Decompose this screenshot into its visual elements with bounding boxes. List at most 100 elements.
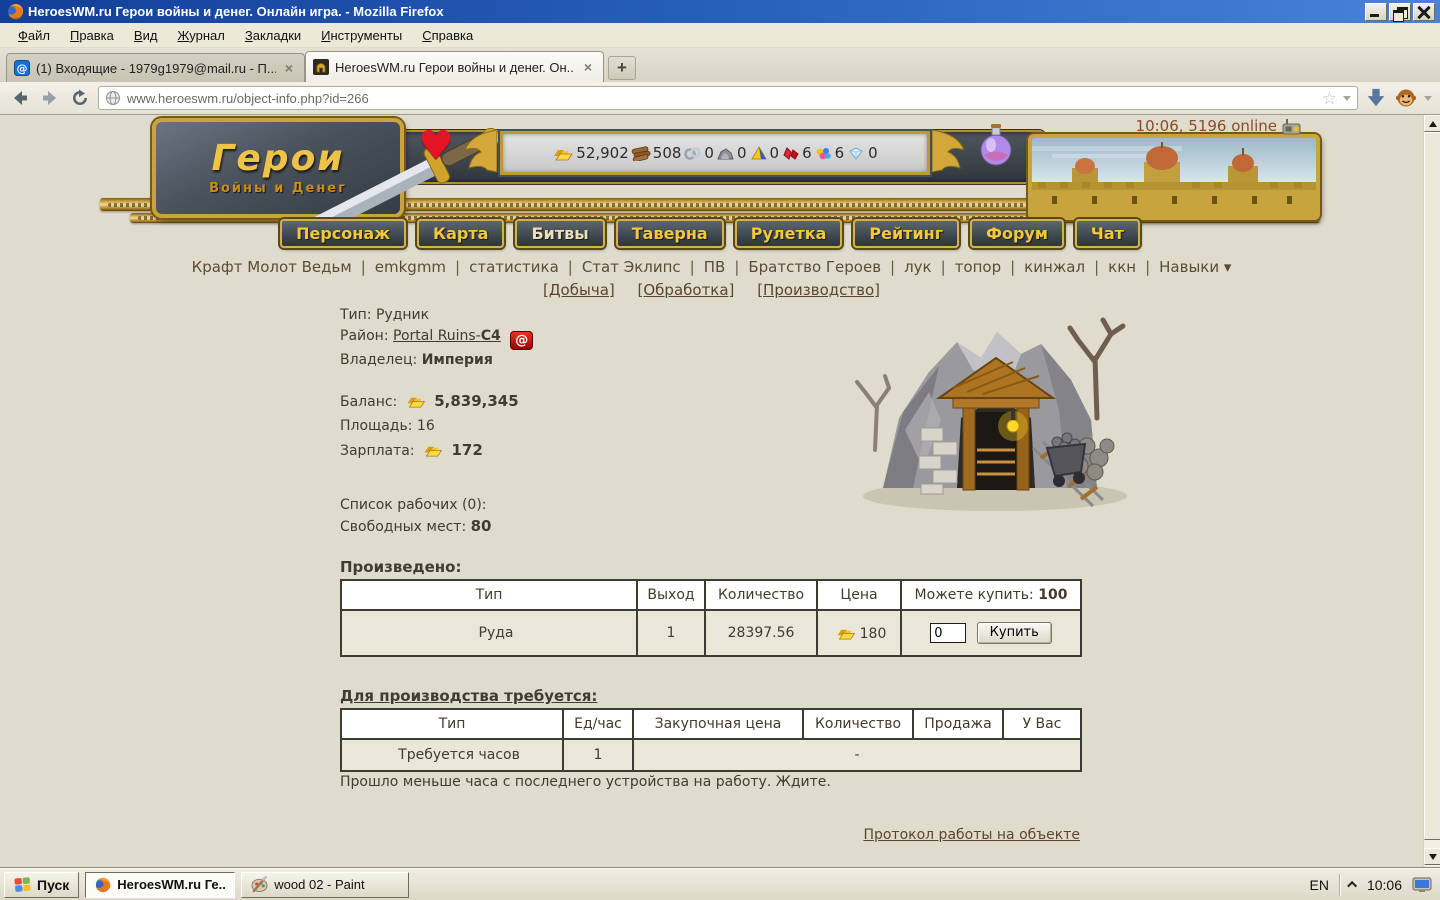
- district-link[interactable]: Portal Ruins-C4: [393, 328, 501, 344]
- resource-wood-value: 508: [652, 144, 682, 162]
- hide-icons-chevron[interactable]: [1347, 880, 1357, 891]
- menu-edit[interactable]: Правка: [60, 25, 124, 46]
- resource-mercury[interactable]: 0: [683, 144, 714, 162]
- download-button[interactable]: [1364, 86, 1388, 110]
- tab-heroeswm[interactable]: HeroesWM.ru Герои войны и денег. Он...: [305, 51, 604, 82]
- toolbar-overflow-icon[interactable]: [1424, 95, 1432, 101]
- reload-button[interactable]: [68, 86, 92, 110]
- tab-close-icon[interactable]: [282, 60, 296, 76]
- produced-header-row: Тип Выход Количество Цена Можете купить:…: [340, 579, 1082, 611]
- link-production[interactable]: [Производство]: [757, 281, 880, 299]
- tab-mail[interactable]: @ (1) Входящие - 1979g1979@mail.ru - П..…: [6, 53, 305, 82]
- bookmark-star-icon[interactable]: ☆: [1322, 90, 1337, 107]
- online-status-text: 10:06, 5196 online: [1135, 117, 1277, 135]
- link-mining[interactable]: [Добыча]: [543, 281, 615, 299]
- menu-history[interactable]: Журнал: [167, 25, 234, 46]
- nav-roulette-button[interactable]: Рулетка: [734, 219, 843, 249]
- protocol-link[interactable]: Протокол работы на объекте: [340, 827, 1080, 843]
- subnav-item[interactable]: Стат Эклипс: [559, 258, 681, 276]
- resource-mercury-value: 0: [704, 144, 714, 162]
- mailru-agent-icon[interactable]: @: [510, 331, 534, 350]
- resource-gold[interactable]: 52,902: [552, 144, 629, 162]
- subnav-item[interactable]: ккн: [1085, 258, 1136, 276]
- subnav-item[interactable]: кинжал: [1001, 258, 1085, 276]
- start-button[interactable]: Пуск: [4, 871, 80, 898]
- subnav-item[interactable]: emkgmm: [352, 258, 446, 276]
- language-indicator[interactable]: EN: [1310, 877, 1329, 893]
- subnav-item[interactable]: Крафт Молот Ведьм: [192, 258, 352, 276]
- task-firefox[interactable]: HeroesWM.ru Ге...: [85, 871, 236, 898]
- balance-line: Баланс: 5,839,345: [340, 389, 1080, 414]
- link-processing[interactable]: [Обработка]: [638, 281, 735, 299]
- window-title: HeroesWM.ru Герои войны и денег. Онлайн …: [28, 4, 444, 19]
- back-button[interactable]: [8, 86, 32, 110]
- resource-gems[interactable]: 6: [781, 144, 812, 162]
- svg-text:@: @: [17, 62, 28, 75]
- scroll-up-button[interactable]: [1424, 115, 1440, 132]
- nav-battles-button[interactable]: Битвы: [515, 219, 605, 249]
- url-bar[interactable]: www.heroeswm.ru/object-info.php?id=266 ☆: [98, 86, 1358, 110]
- free-slots-label: Свободных мест:: [340, 519, 467, 535]
- col-you-have: У Вас: [1002, 708, 1082, 740]
- game-logo[interactable]: Герои Войны и Денег: [152, 118, 404, 218]
- resource-wood[interactable]: 508: [631, 144, 682, 162]
- minimize-button[interactable]: [1365, 2, 1387, 21]
- subnav-item[interactable]: топор: [932, 258, 1001, 276]
- task-paint[interactable]: wood 02 - Paint: [241, 871, 410, 898]
- menu-view[interactable]: Вид: [124, 25, 168, 46]
- task-firefox-label: HeroesWM.ru Ге...: [117, 877, 226, 892]
- task-paint-label: wood 02 - Paint: [274, 877, 365, 892]
- mailru-icon: @: [14, 60, 30, 76]
- free-slots-value: 80: [470, 517, 492, 535]
- menu-help[interactable]: Справка: [412, 25, 483, 46]
- subnav-item[interactable]: лук: [881, 258, 932, 276]
- price-value: 180: [859, 625, 887, 642]
- menu-bookmarks[interactable]: Закладки: [235, 25, 311, 46]
- resource-sulfur[interactable]: 0: [749, 144, 780, 162]
- can-buy-value: 100: [1038, 587, 1068, 603]
- restore-button[interactable]: [1389, 2, 1411, 22]
- url-text[interactable]: www.heroeswm.ru/object-info.php?id=266: [127, 91, 1316, 106]
- nav-tavern-button[interactable]: Таверна: [615, 219, 724, 249]
- gold-icon: [407, 397, 425, 408]
- tab-close-icon[interactable]: [581, 59, 595, 75]
- resource-diamonds[interactable]: 0: [846, 144, 878, 162]
- object-owner-value: Империя: [421, 352, 493, 368]
- nav-chat-button[interactable]: Чат: [1074, 219, 1140, 249]
- url-dropdown-icon[interactable]: [1343, 95, 1351, 101]
- new-tab-button[interactable]: +: [608, 56, 636, 80]
- subnav-skills-dropdown[interactable]: Навыки ▾: [1136, 258, 1231, 276]
- close-button[interactable]: [1413, 2, 1435, 21]
- menu-tools[interactable]: Инструменты: [311, 25, 412, 46]
- monitor-tray-icon[interactable]: [1412, 877, 1432, 893]
- resource-crystals[interactable]: 6: [814, 144, 845, 162]
- resource-crystals-value: 6: [834, 144, 845, 162]
- page-content: Герои Войны и Денег ♥ 52,902 508 0 0 0 6…: [0, 115, 1440, 868]
- gold-icon: [837, 629, 855, 639]
- scrollbar-thumb[interactable]: [1424, 132, 1440, 840]
- menu-file[interactable]: Файл: [8, 25, 60, 46]
- resource-sulfur-value: 0: [769, 144, 780, 162]
- buy-quantity-input[interactable]: [930, 623, 967, 643]
- potion-icon[interactable]: [978, 122, 1014, 170]
- subnav-item[interactable]: статистика: [446, 258, 559, 276]
- ore-icon: [717, 148, 734, 160]
- buy-button[interactable]: Купить: [976, 622, 1052, 644]
- resource-ore[interactable]: 0: [716, 144, 747, 162]
- forward-button[interactable]: [38, 86, 62, 110]
- navigation-toolbar: www.heroeswm.ru/object-info.php?id=266 ☆: [0, 82, 1440, 115]
- nav-map-button[interactable]: Карта: [417, 219, 505, 249]
- subnav-item[interactable]: Братство Героев: [725, 258, 881, 276]
- radio-icon[interactable]: [1282, 118, 1302, 135]
- vertical-scrollbar[interactable]: [1423, 115, 1440, 868]
- heart-icon[interactable]: [418, 126, 454, 166]
- nav-forum-button[interactable]: Форум: [970, 219, 1064, 249]
- diamond-icon: [849, 147, 863, 160]
- monkey-extension-icon[interactable]: [1394, 86, 1418, 110]
- nav-character-button[interactable]: Персонаж: [280, 219, 407, 249]
- nav-rating-button[interactable]: Рейтинг: [853, 219, 960, 249]
- scroll-down-button[interactable]: [1424, 848, 1440, 865]
- salary-value: 172: [451, 441, 483, 459]
- subnav-item[interactable]: ПВ: [681, 258, 726, 276]
- object-type-label: Тип:: [340, 307, 372, 323]
